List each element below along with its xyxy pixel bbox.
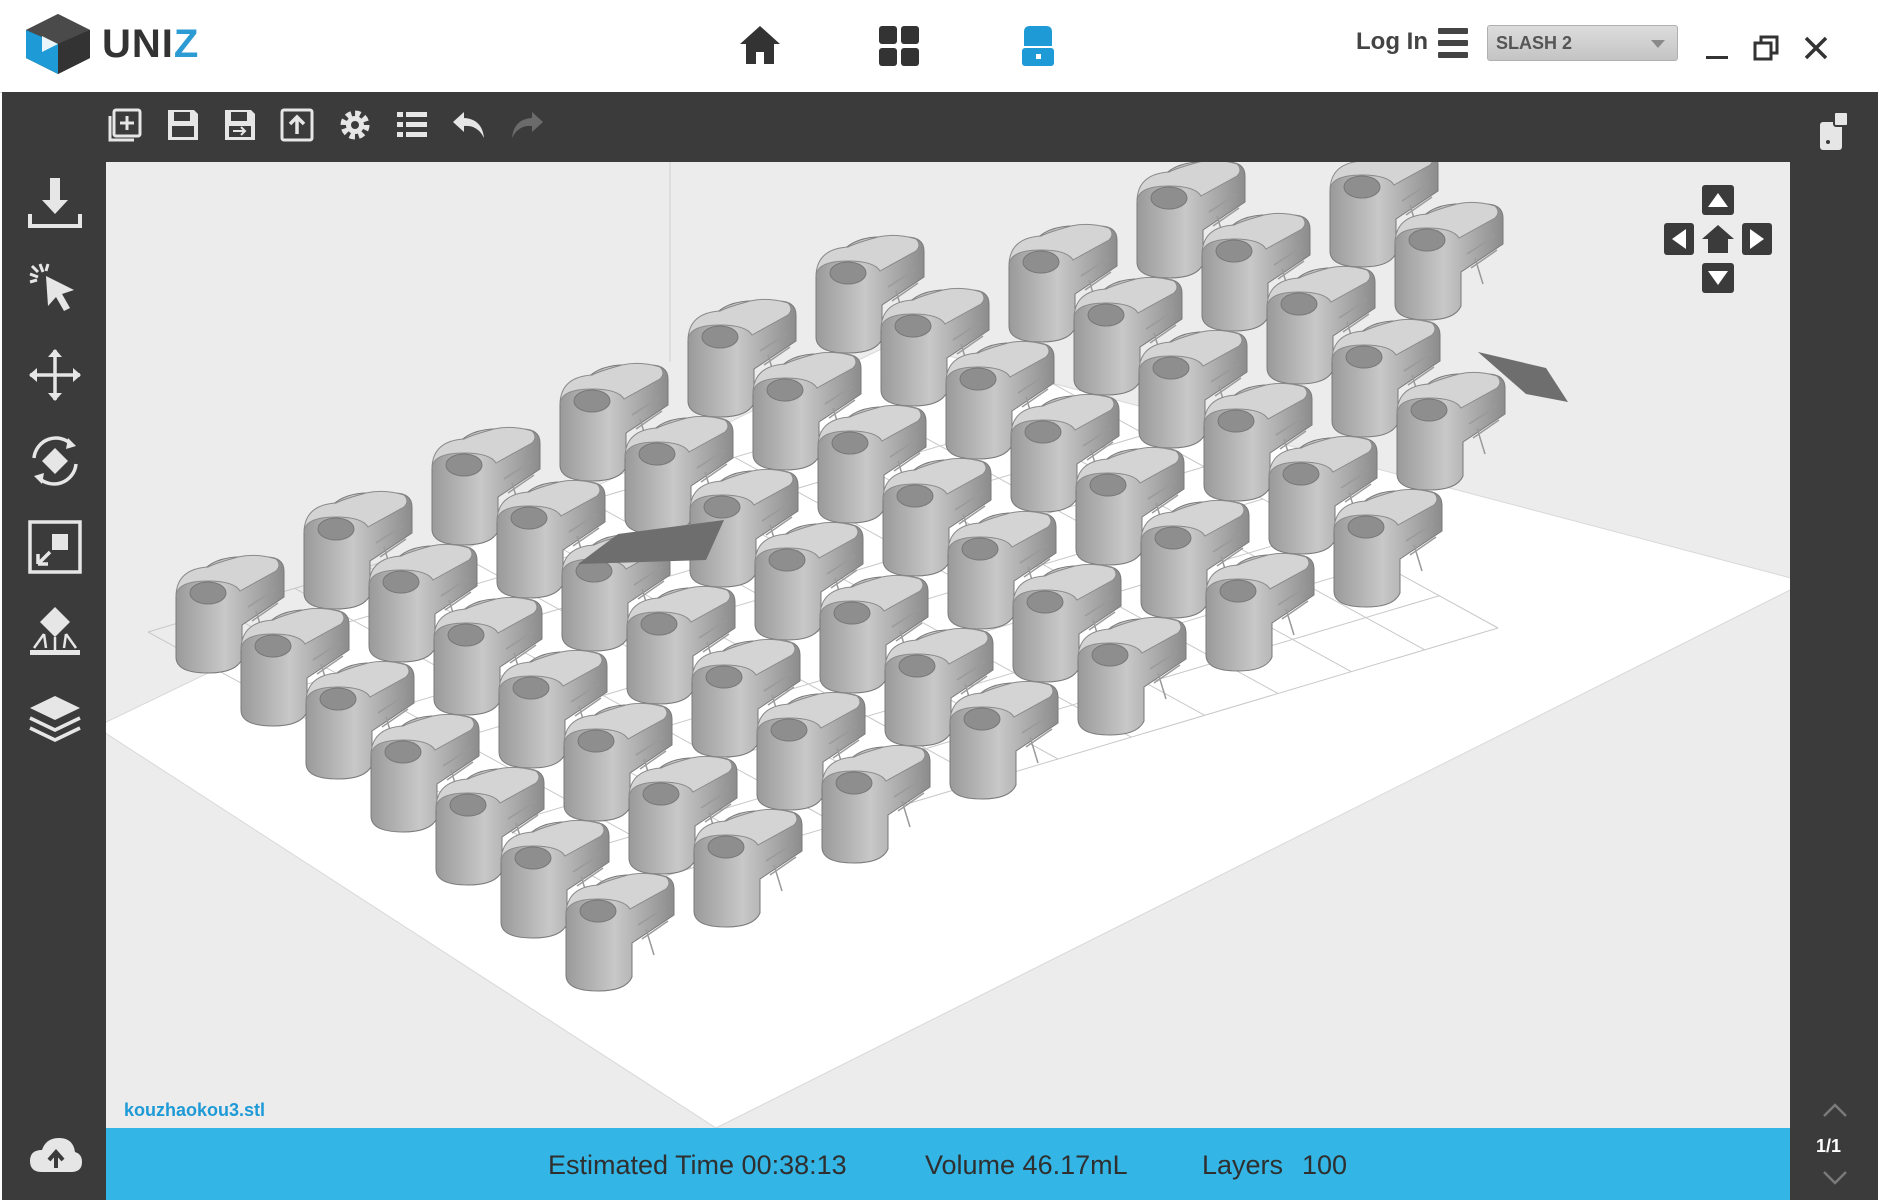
login-link[interactable]: Log In xyxy=(1356,28,1428,56)
tool-sidebar xyxy=(2,162,106,1200)
grid-icon[interactable] xyxy=(875,22,923,70)
chevron-down-icon xyxy=(1651,40,1665,48)
printer-select[interactable]: SLASH 2 xyxy=(1487,25,1678,61)
layers-value: 100 xyxy=(1302,1150,1348,1180)
list-icon[interactable] xyxy=(393,106,431,144)
menu-icon[interactable] xyxy=(1438,28,1468,62)
select-icon[interactable] xyxy=(26,260,84,318)
status-bar: Estimated Time 00:38:13 Volume 46.17mL L… xyxy=(106,1128,1790,1200)
right-sidebar xyxy=(1790,111,1878,1200)
printed-part xyxy=(1394,201,1504,321)
add-model-icon[interactable] xyxy=(106,106,144,144)
save-as-icon[interactable] xyxy=(221,106,259,144)
layers-icon[interactable] xyxy=(26,690,84,748)
view-left-button[interactable] xyxy=(1664,223,1694,255)
toolbar xyxy=(2,92,1878,162)
printer-select-value: SLASH 2 xyxy=(1496,33,1573,53)
volume: Volume 46.17mL xyxy=(925,1150,1128,1180)
printed-part xyxy=(1396,371,1506,491)
build-plate-scene[interactable] xyxy=(106,162,1790,1128)
import-icon[interactable] xyxy=(26,174,84,232)
redo-icon[interactable] xyxy=(508,106,546,144)
page-indicator: 1/1 xyxy=(1816,1136,1842,1156)
support-icon[interactable] xyxy=(26,604,84,662)
settings-icon[interactable] xyxy=(336,106,374,144)
layers-label: Layers xyxy=(1202,1150,1284,1180)
minimize-icon[interactable] xyxy=(1703,34,1731,62)
model-filename: kouzhaokou3.stl xyxy=(124,1100,266,1120)
device-info-icon[interactable] xyxy=(1816,110,1852,154)
restore-icon[interactable] xyxy=(1752,34,1780,62)
estimated-time: Estimated Time 00:38:13 xyxy=(548,1150,847,1180)
title-bar: UNIZ Log In SLASH 2 xyxy=(0,0,1878,93)
uniz-logo: UNIZ xyxy=(20,12,199,76)
export-icon[interactable] xyxy=(278,106,316,144)
save-icon[interactable] xyxy=(164,106,202,144)
view-navigation-pad xyxy=(1664,185,1772,293)
view-up-button[interactable] xyxy=(1702,185,1734,215)
chevron-up-icon[interactable] xyxy=(1820,1100,1850,1120)
view-down-button[interactable] xyxy=(1702,263,1734,293)
build-viewport[interactable] xyxy=(106,162,1790,1128)
undo-icon[interactable] xyxy=(450,106,488,144)
upload-icon[interactable] xyxy=(26,1128,84,1186)
home-icon[interactable] xyxy=(736,22,784,70)
view-right-button[interactable] xyxy=(1742,223,1772,255)
view-home-button[interactable] xyxy=(1702,225,1734,253)
scale-icon[interactable] xyxy=(26,518,84,576)
printer-icon[interactable] xyxy=(1014,22,1062,70)
uniz-logo-icon xyxy=(26,14,90,74)
rotate-icon[interactable] xyxy=(26,432,84,490)
close-icon[interactable] xyxy=(1802,34,1830,62)
logo-text: UNIZ xyxy=(102,21,200,66)
move-icon[interactable] xyxy=(26,346,84,404)
chevron-down-icon[interactable] xyxy=(1820,1168,1850,1188)
